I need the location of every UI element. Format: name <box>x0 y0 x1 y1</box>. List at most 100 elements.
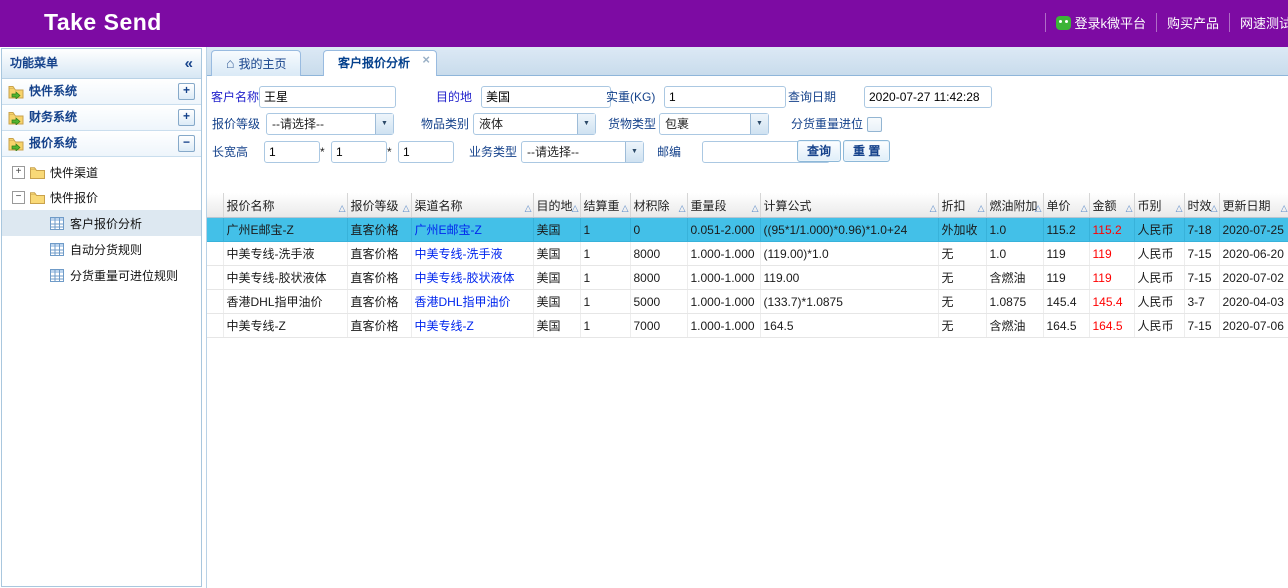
actual-weight-input[interactable] <box>664 86 786 108</box>
chevron-down-icon[interactable]: ▼ <box>375 114 393 134</box>
chevron-down-icon[interactable]: ▼ <box>577 114 595 134</box>
column-header[interactable]: 结算重△ <box>580 193 630 218</box>
table-cell: ((95*1/1.000)*0.96)*1.0+24 <box>760 218 938 242</box>
table-cell: 119.00 <box>760 266 938 290</box>
channel-link-cell[interactable]: 中美专线-Z <box>411 314 533 338</box>
table-row[interactable]: 中美专线-胶状液体直客价格中美专线-胶状液体美国180001.000-1.000… <box>207 266 1288 290</box>
sort-icon[interactable]: △ <box>752 203 759 214</box>
sort-icon[interactable]: △ <box>622 203 629 214</box>
sort-icon[interactable]: △ <box>1035 203 1042 214</box>
sort-icon[interactable]: △ <box>978 203 985 214</box>
collapse-sidebar-icon[interactable]: « <box>185 49 193 78</box>
sort-icon[interactable]: △ <box>339 203 346 214</box>
height-input[interactable] <box>398 141 454 163</box>
tree-leaf-auto-split-rule[interactable]: 自动分货规则 <box>2 236 201 262</box>
table-cell: 119 <box>1043 242 1089 266</box>
channel-link-cell[interactable]: 中美专线-胶状液体 <box>411 266 533 290</box>
column-header[interactable]: 折扣△ <box>938 193 986 218</box>
tree-leaf-customer-quote-analysis[interactable]: 客户报价分析 <box>2 210 201 236</box>
sort-icon[interactable]: △ <box>1126 203 1133 214</box>
sidebar-title: 功能菜单 « <box>2 49 201 79</box>
reset-button[interactable]: 重 置 <box>843 140 890 162</box>
chevron-down-icon[interactable]: ▼ <box>750 114 768 134</box>
channel-link-cell[interactable]: 中美专线-洗手液 <box>411 242 533 266</box>
collapse-group-icon[interactable]: − <box>178 135 195 152</box>
quote-table: 报价名称△报价等级△渠道名称△目的地△结算重△材积除△重量段△计算公式△折扣△燃… <box>207 193 1288 338</box>
table-row[interactable]: 香港DHL指甲油价直客价格香港DHL指甲油价美国150001.000-1.000… <box>207 290 1288 314</box>
column-header[interactable]: 材积除△ <box>630 193 687 218</box>
column-header[interactable]: 报价等级△ <box>347 193 411 218</box>
channel-link-cell[interactable]: 香港DHL指甲油价 <box>411 290 533 314</box>
customer-name-input[interactable] <box>259 86 396 108</box>
tree-leaf-label: 分货重量可进位规则 <box>70 267 178 284</box>
sort-icon[interactable]: △ <box>1081 203 1088 214</box>
table-cell: 中美专线-洗手液 <box>223 242 347 266</box>
table-row[interactable]: 广州E邮宝-Z直客价格广州E邮宝-Z美国100.051-2.000((95*1/… <box>207 218 1288 242</box>
sidebar-group-express-system[interactable]: 快件系统 + <box>2 79 201 105</box>
table-cell: 1.000-1.000 <box>687 290 760 314</box>
table-cell: 人民币 <box>1134 314 1184 338</box>
collapse-node-icon[interactable]: − <box>12 191 25 204</box>
sort-icon[interactable]: △ <box>930 203 937 214</box>
tree-leaf-split-weight-carry-rule[interactable]: 分货重量可进位规则 <box>2 262 201 288</box>
tab-bar: ⌂我的主页 客户报价分析 × <box>207 47 1288 76</box>
column-header[interactable]: 重量段△ <box>687 193 760 218</box>
table-cell: 人民币 <box>1134 242 1184 266</box>
query-date-input[interactable] <box>864 86 992 108</box>
expand-group-icon[interactable]: + <box>178 109 195 126</box>
table-cell: 145.4 <box>1089 290 1134 314</box>
query-button[interactable]: 查询 <box>797 140 841 162</box>
sidebar-group-quote-system[interactable]: 报价系统 − <box>2 131 201 157</box>
sort-icon[interactable]: △ <box>572 203 579 214</box>
table-cell: 中美专线-Z <box>223 314 347 338</box>
split-weight-carry-checkbox[interactable] <box>867 117 882 132</box>
quote-level-select[interactable]: --请选择-- ▼ <box>266 113 394 135</box>
sort-icon[interactable]: △ <box>403 203 410 214</box>
close-tab-icon[interactable]: × <box>422 53 430 67</box>
channel-link-cell[interactable]: 广州E邮宝-Z <box>411 218 533 242</box>
buy-product-link[interactable]: 购买产品 <box>1156 13 1229 32</box>
table-cell: 人民币 <box>1134 266 1184 290</box>
column-header[interactable]: 币别△ <box>1134 193 1184 218</box>
item-category-select[interactable]: 液体 ▼ <box>473 113 596 135</box>
table-row[interactable]: 中美专线-Z直客价格中美专线-Z美国170001.000-1.000164.5无… <box>207 314 1288 338</box>
sort-icon[interactable]: △ <box>1176 203 1183 214</box>
table-cell: 7-15 <box>1184 242 1219 266</box>
tree-node-express-quote[interactable]: − 快件报价 <box>2 185 201 210</box>
goods-type-select[interactable]: 包裹 ▼ <box>659 113 769 135</box>
expand-node-icon[interactable]: + <box>12 166 25 179</box>
table-cell <box>207 218 223 242</box>
business-type-value: --请选择-- <box>522 142 625 162</box>
sort-icon[interactable]: △ <box>1211 203 1218 214</box>
sort-icon[interactable]: △ <box>525 203 532 214</box>
column-header[interactable]: 金额△ <box>1089 193 1134 218</box>
column-header[interactable]: 渠道名称△ <box>411 193 533 218</box>
destination-input[interactable] <box>481 86 611 108</box>
tree-node-label: 快件报价 <box>50 189 98 206</box>
chevron-down-icon[interactable]: ▼ <box>625 142 643 162</box>
tab-customer-quote-analysis[interactable]: 客户报价分析 × <box>323 50 437 78</box>
expand-group-icon[interactable]: + <box>178 83 195 100</box>
table-cell: 164.5 <box>1043 314 1089 338</box>
table-cell <box>207 266 223 290</box>
speed-test-link[interactable]: 网速测试 <box>1229 13 1288 32</box>
table-row[interactable]: 中美专线-洗手液直客价格中美专线-洗手液美国180001.000-1.000(1… <box>207 242 1288 266</box>
column-header[interactable]: 更新日期△ <box>1219 193 1288 218</box>
business-type-select[interactable]: --请选择-- ▼ <box>521 141 644 163</box>
sidebar-group-finance-system[interactable]: 财务系统 + <box>2 105 201 131</box>
column-header[interactable]: 目的地△ <box>533 193 580 218</box>
length-input[interactable] <box>264 141 320 163</box>
tab-my-homepage[interactable]: ⌂我的主页 <box>211 50 301 77</box>
column-header[interactable]: 报价名称△ <box>223 193 347 218</box>
column-header[interactable]: 时效△ <box>1184 193 1219 218</box>
width-input[interactable] <box>331 141 387 163</box>
column-header[interactable]: 单价△ <box>1043 193 1089 218</box>
column-header[interactable]: 计算公式△ <box>760 193 938 218</box>
login-kwei-link[interactable]: 登录k微平台 <box>1045 13 1156 32</box>
sort-icon[interactable]: △ <box>1281 203 1288 214</box>
tree-node-express-channel[interactable]: + 快件渠道 <box>2 160 201 185</box>
table-cell: 0 <box>630 218 687 242</box>
sort-icon[interactable]: △ <box>679 203 686 214</box>
column-header[interactable]: 燃油附加△ <box>986 193 1043 218</box>
column-header <box>207 193 223 218</box>
